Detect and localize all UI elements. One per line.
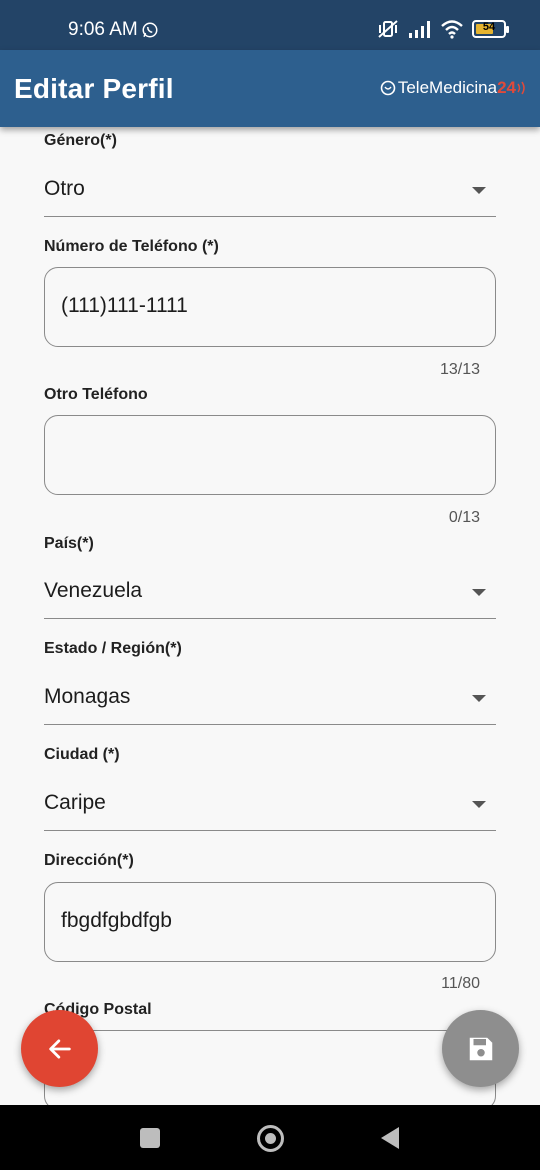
mute-vibrate-icon [378, 20, 398, 38]
estado-label: Estado / Región(*) [44, 640, 182, 657]
direccion-value: fbgdfgbdfgb [61, 909, 172, 932]
codigo-postal-input[interactable] [44, 1030, 496, 1105]
page-title: Editar Perfil [14, 73, 174, 104]
dropdown-arrow-icon [472, 187, 486, 194]
signal-icon [409, 21, 430, 38]
pais-value: Venezuela [44, 579, 143, 602]
ciudad-dropdown[interactable]: Caripe [44, 783, 496, 831]
profile-form: Género(*) Otro Número de Teléfono (*) (1… [0, 127, 540, 1105]
brand-logo: TeleMedicina 24 [380, 78, 528, 98]
telefono-label: Número de Teléfono (*) [44, 238, 219, 255]
ciudad-value: Caripe [44, 791, 106, 814]
whatsapp-icon [142, 22, 158, 38]
home-circle-icon[interactable] [257, 1125, 284, 1152]
direccion-label: Dirección(*) [44, 852, 134, 869]
floppy-disk-icon [469, 1037, 492, 1060]
pais-dropdown[interactable]: Venezuela [44, 571, 496, 619]
back-button[interactable] [21, 1010, 98, 1087]
save-button[interactable] [442, 1010, 519, 1087]
battery-icon: 54 [472, 20, 509, 38]
brand-suffix: 24 [497, 78, 516, 97]
ciudad-label: Ciudad (*) [44, 746, 120, 763]
status-icons: 54 [376, 19, 509, 39]
back-triangle-icon[interactable] [381, 1127, 399, 1149]
app-bar: Editar Perfil TeleMedicina 24 [0, 50, 540, 127]
pais-label: País(*) [44, 535, 94, 552]
genero-value: Otro [44, 177, 85, 200]
telefono-counter: 13/13 [439, 361, 480, 378]
wifi-icon [441, 20, 463, 39]
genero-dropdown[interactable]: Otro [44, 169, 496, 217]
battery-level: 54 [482, 21, 496, 33]
genero-label: Género(*) [44, 132, 117, 149]
dropdown-arrow-icon [472, 589, 486, 596]
status-bar: 9:06 AM 54 [0, 0, 540, 50]
dropdown-arrow-icon [472, 801, 486, 808]
system-nav-bar [0, 1105, 540, 1170]
otro-telefono-input[interactable] [44, 415, 496, 495]
recents-square-icon[interactable] [140, 1128, 160, 1148]
heart-stethoscope-icon [380, 80, 396, 96]
telefono-input[interactable]: (111)111-1111 [44, 267, 496, 347]
direccion-counter: 11/80 [441, 975, 480, 992]
broadcast-waves-icon [517, 81, 525, 95]
telefono-value: (111)111-1111 [61, 294, 188, 317]
brand-name: TeleMedicina [397, 78, 498, 97]
estado-value: Monagas [44, 685, 131, 708]
dropdown-arrow-icon [472, 695, 486, 702]
otro-telefono-label: Otro Teléfono [44, 386, 148, 403]
direccion-input[interactable]: fbgdfgbdfgb [44, 882, 496, 962]
arrow-left-icon [48, 1038, 71, 1059]
estado-dropdown[interactable]: Monagas [44, 677, 496, 725]
otro-telefono-counter: 0/13 [448, 509, 480, 526]
status-time: 9:06 AM [68, 19, 138, 40]
